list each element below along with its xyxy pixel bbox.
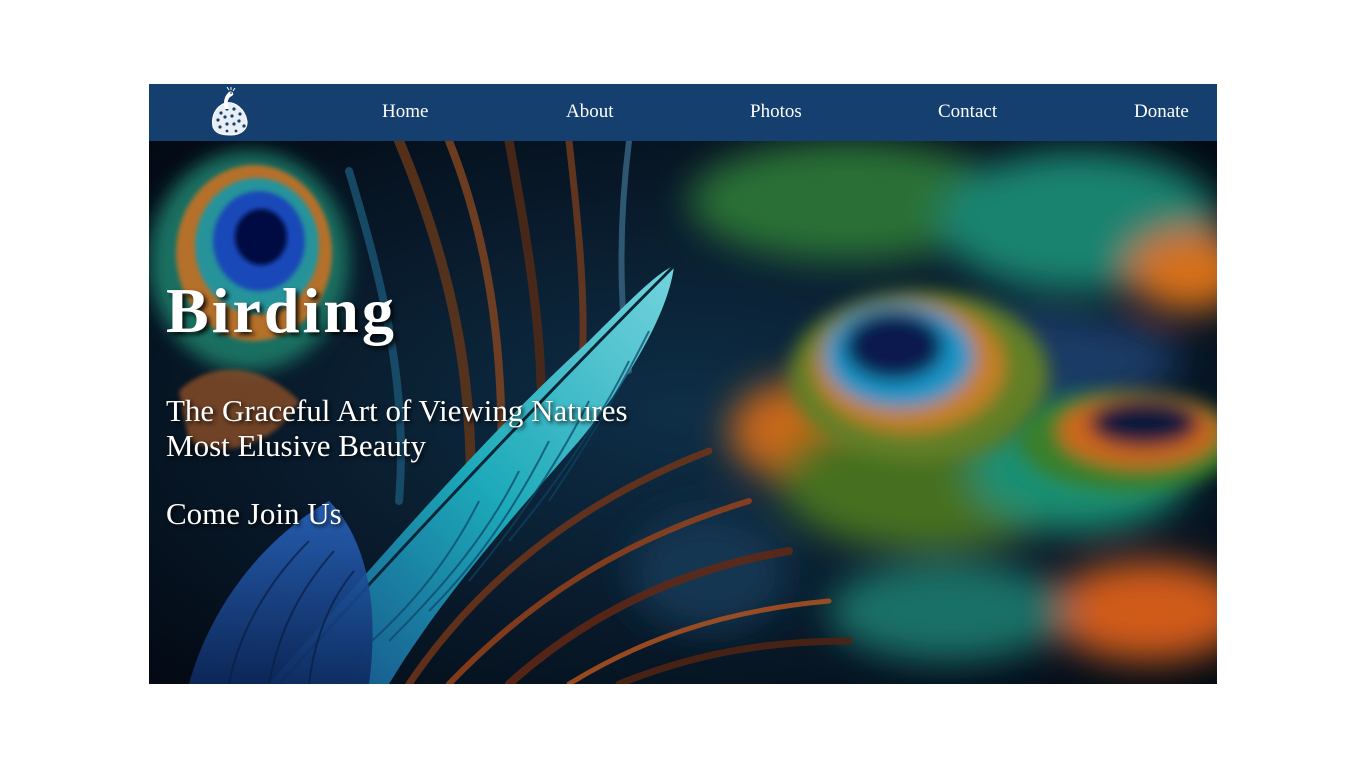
peacock-logo-icon[interactable] — [207, 86, 251, 137]
top-navigation-bar: Home About Photos Contact Donate — [149, 84, 1217, 141]
hero-section: Birding The Graceful Art of Viewing Natu… — [149, 141, 1217, 684]
nav-link-donate[interactable]: Donate — [1134, 100, 1189, 124]
nav-link-about[interactable]: About — [566, 100, 614, 124]
join-us-call-to-action[interactable]: Come Join Us — [166, 496, 342, 531]
hero-subtitle: The Graceful Art of Viewing Natures Most… — [166, 393, 628, 463]
nav-link-contact[interactable]: Contact — [938, 100, 997, 124]
nav-link-photos[interactable]: Photos — [750, 100, 802, 124]
site-container: Home About Photos Contact Donate Birding… — [149, 84, 1217, 684]
nav-link-home[interactable]: Home — [382, 100, 428, 124]
hero-title: Birding — [166, 275, 397, 346]
